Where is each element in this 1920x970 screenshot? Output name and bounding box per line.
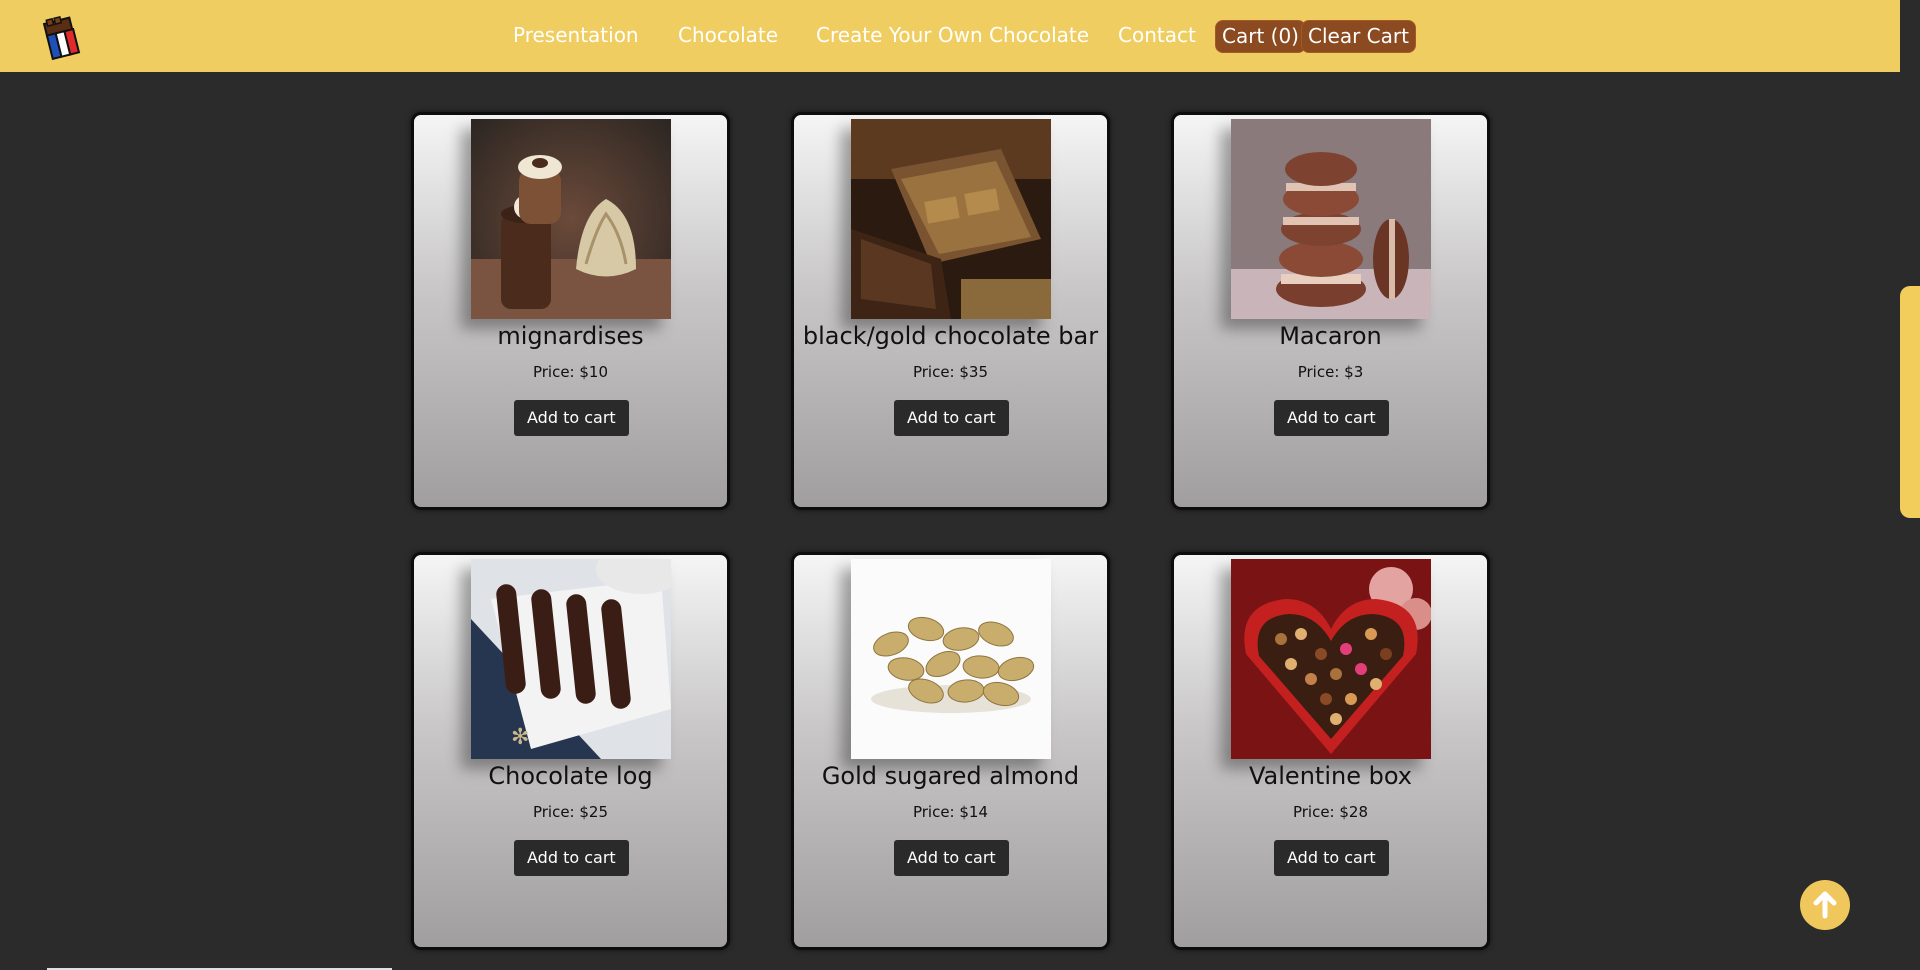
nav-presentation[interactable]: Presentation (513, 22, 639, 48)
add-to-cart-button[interactable]: Add to cart (894, 400, 1009, 436)
product-name: Valentine box (1249, 762, 1412, 790)
product-price: Price: $10 (532, 363, 609, 381)
mignardises-image (471, 119, 671, 319)
add-to-cart-button[interactable]: Add to cart (894, 840, 1009, 876)
chocolate-log-image: ✻ (471, 559, 671, 759)
product-card-gold-sugared-almond: Gold sugared almond Price: $14 Add to ca… (791, 552, 1110, 950)
chocolate-bar-image (851, 119, 1051, 319)
macaron-image (1231, 119, 1431, 319)
add-to-cart-button[interactable]: Add to cart (514, 840, 629, 876)
product-name: Chocolate log (488, 762, 653, 790)
sugared-almond-image (851, 559, 1051, 759)
product-price: Price: $25 (532, 803, 609, 821)
product-card-macaron: Macaron Price: $3 Add to cart (1171, 112, 1490, 510)
nav-create-your-own[interactable]: Create Your Own Chocolate (816, 22, 1089, 48)
product-price: Price: $35 (912, 363, 989, 381)
nav-chocolate[interactable]: Chocolate (678, 22, 778, 48)
product-card-mignardises: mignardises Price: $10 Add to cart (411, 112, 730, 510)
product-price: Price: $3 (1297, 363, 1364, 381)
cart-button[interactable]: Cart (0) (1215, 20, 1306, 53)
nav-contact[interactable]: Contact (1118, 22, 1196, 48)
product-price: Price: $14 (912, 803, 989, 821)
back-to-top-button[interactable] (1800, 880, 1850, 930)
product-name: black/gold chocolate bar (802, 322, 1099, 350)
nav-links: Presentation Chocolate Create Your Own C… (0, 0, 1900, 72)
navbar: Presentation Chocolate Create Your Own C… (0, 0, 1900, 72)
product-name: Macaron (1279, 322, 1382, 350)
scrollbar-thumb[interactable] (1900, 286, 1920, 518)
product-card-black-gold-bar: black/gold chocolate bar Price: $35 Add … (791, 112, 1110, 510)
product-card-valentine-box: Valentine box Price: $28 Add to cart (1171, 552, 1490, 950)
valentine-box-image (1231, 559, 1431, 759)
product-card-chocolate-log: ✻ Chocolate log Price: $25 Add to cart (411, 552, 730, 950)
product-name: Gold sugared almond (821, 762, 1080, 790)
product-price: Price: $28 (1292, 803, 1369, 821)
clear-cart-button[interactable]: Clear Cart (1301, 20, 1416, 53)
arrow-up-icon (1813, 891, 1837, 919)
add-to-cart-button[interactable]: Add to cart (514, 400, 629, 436)
svg-text:✻: ✻ (511, 725, 529, 750)
add-to-cart-button[interactable]: Add to cart (1274, 400, 1389, 436)
add-to-cart-button[interactable]: Add to cart (1274, 840, 1389, 876)
product-name: mignardises (497, 322, 644, 350)
